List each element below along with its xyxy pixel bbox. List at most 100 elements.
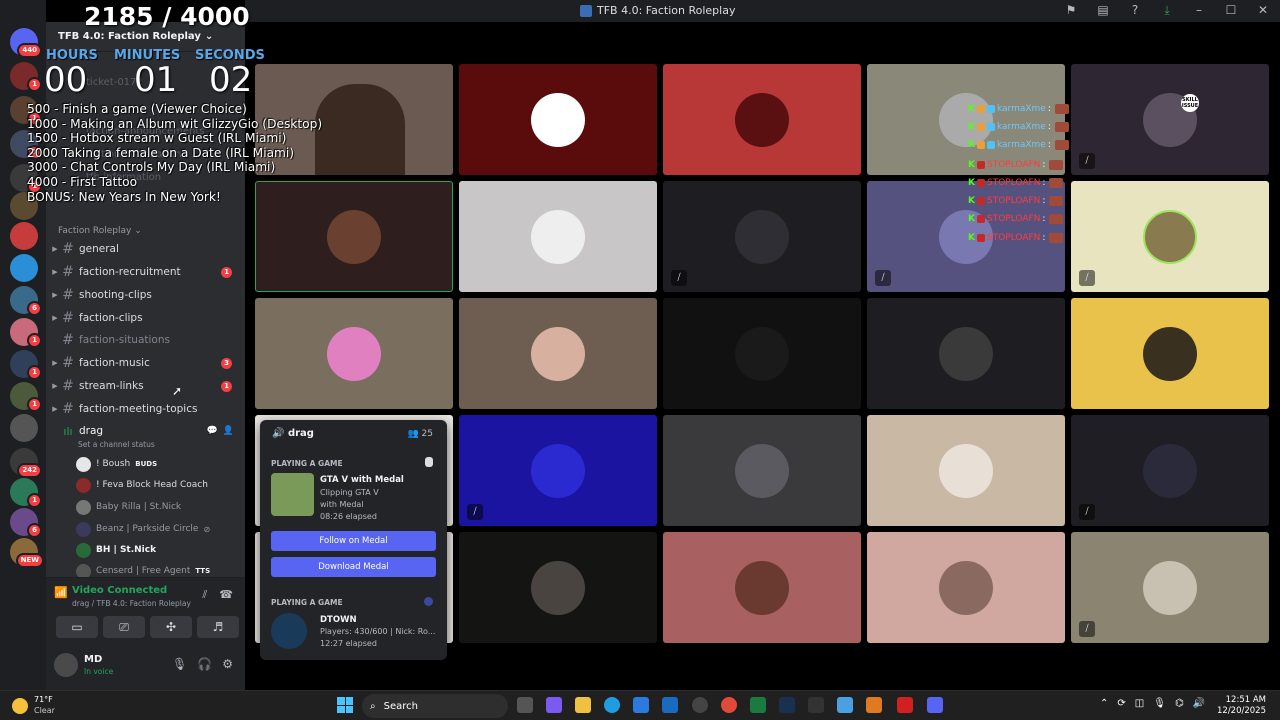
server-icon[interactable]: 242 bbox=[10, 448, 42, 478]
video-tile[interactable]: ⧸ bbox=[459, 415, 657, 526]
chat-icon[interactable]: 💬 bbox=[207, 426, 218, 436]
server-icon[interactable]: 1 bbox=[10, 96, 42, 126]
steam-icon[interactable] bbox=[779, 697, 795, 713]
voice-user[interactable]: Baby Rilla | St.Nick bbox=[76, 497, 241, 517]
follow-on-medal-button[interactable]: Follow on Medal bbox=[271, 531, 436, 551]
channel-shooting-clips[interactable]: ▶ # shooting-clips bbox=[50, 285, 240, 305]
screen-share-button[interactable]: ⎚ bbox=[103, 616, 145, 638]
video-tile[interactable] bbox=[255, 298, 453, 409]
channel-general[interactable]: ▶ # general bbox=[50, 239, 240, 259]
video-tile[interactable]: ⧸ bbox=[663, 181, 861, 292]
mic-icon[interactable]: 🎙 bbox=[1153, 698, 1166, 709]
video-tile[interactable] bbox=[663, 298, 861, 409]
camera-off-button[interactable]: ▭ bbox=[56, 616, 98, 638]
download-icon[interactable]: ⤓ bbox=[1160, 3, 1174, 18]
video-tile[interactable] bbox=[663, 532, 861, 643]
edge-icon[interactable] bbox=[604, 697, 620, 713]
video-tile[interactable] bbox=[459, 532, 657, 643]
maximize-icon[interactable]: ☐ bbox=[1224, 3, 1238, 18]
app-icon[interactable] bbox=[808, 697, 824, 713]
voice-user[interactable]: ! Feva Block Head Coach bbox=[76, 475, 241, 495]
chevron-up-icon[interactable]: ⌃ bbox=[1100, 698, 1108, 709]
voice-status[interactable]: Video Connected bbox=[72, 585, 167, 596]
server-icon[interactable]: 1 bbox=[10, 62, 42, 92]
voice-user[interactable]: Beanz | Parkside Circle ⊘ bbox=[76, 519, 241, 539]
channel-faction-situations[interactable]: # faction-situations bbox=[50, 330, 240, 350]
gear-icon[interactable]: ⚙ bbox=[222, 657, 233, 671]
video-tile[interactable] bbox=[459, 181, 657, 292]
clock-time[interactable]: 12:51 AM bbox=[1226, 695, 1266, 705]
hidden-channel[interactable]: faction-announcements bbox=[86, 126, 205, 137]
user-name[interactable]: MD bbox=[84, 654, 102, 665]
inbox-icon[interactable]: ▤ bbox=[1096, 3, 1110, 18]
video-tile[interactable] bbox=[867, 298, 1065, 409]
server-icon[interactable] bbox=[10, 222, 38, 250]
flag-icon[interactable]: ⚑ bbox=[1064, 3, 1078, 18]
category-faction-roleplay[interactable]: Faction Roleplay ⌄ bbox=[58, 226, 142, 236]
video-tile[interactable] bbox=[867, 532, 1065, 643]
channel-status[interactable]: Set a channel status bbox=[78, 440, 155, 449]
voice-location[interactable]: drag / TFB 4.0: Faction Roleplay bbox=[72, 599, 191, 608]
channel-faction-music[interactable]: ▶ # faction-music 3 bbox=[50, 353, 240, 373]
hidden-channel[interactable]: faction-information bbox=[86, 149, 182, 160]
moon-icon[interactable] bbox=[12, 698, 28, 714]
store-icon[interactable] bbox=[633, 697, 649, 713]
video-tile[interactable] bbox=[255, 64, 453, 175]
server-icon[interactable]: 1 bbox=[10, 130, 42, 160]
video-tile[interactable] bbox=[867, 415, 1065, 526]
sync-icon[interactable]: ⟳ bbox=[1117, 698, 1125, 709]
app-tray-icon[interactable]: ◫ bbox=[1135, 698, 1144, 709]
hidden-channel[interactable]: tfb-information bbox=[86, 172, 161, 183]
video-tile[interactable]: ⧸ bbox=[1071, 532, 1269, 643]
server-icon[interactable]: 6 bbox=[10, 286, 42, 316]
server-icon[interactable]: 1 bbox=[10, 382, 42, 412]
notepad-icon[interactable] bbox=[837, 697, 853, 713]
video-tile[interactable] bbox=[255, 181, 453, 292]
app-icon[interactable] bbox=[866, 697, 882, 713]
video-tile[interactable]: ⧸ bbox=[1071, 415, 1269, 526]
volume-icon[interactable]: 🔊 bbox=[1193, 698, 1205, 709]
signal-icon[interactable]: 📶 bbox=[54, 586, 68, 600]
clock-date[interactable]: 12/20/2025 bbox=[1217, 706, 1266, 716]
disconnect-icon[interactable]: ☎ bbox=[219, 588, 233, 602]
server-header[interactable]: TFB 4.0: Faction Roleplay ⌄ bbox=[46, 22, 245, 52]
voice-user[interactable]: BH | St.Nick bbox=[76, 540, 241, 560]
headphones-icon[interactable]: 🎧 bbox=[197, 657, 212, 671]
voice-user[interactable]: ! Boush BUDS bbox=[76, 454, 241, 474]
video-tile[interactable] bbox=[663, 415, 861, 526]
voice-channel-drag[interactable]: ılı drag 💬 👤 bbox=[50, 421, 240, 441]
video-tile[interactable] bbox=[459, 64, 657, 175]
weather-desc[interactable]: Clear bbox=[34, 706, 55, 715]
app-icon[interactable] bbox=[692, 697, 708, 713]
acrobat-icon[interactable] bbox=[897, 697, 913, 713]
download-medal-button[interactable]: Download Medal bbox=[271, 557, 436, 577]
task-view-icon[interactable] bbox=[517, 697, 533, 713]
hidden-channel[interactable]: ticket-0172 bbox=[86, 77, 143, 88]
outlook-icon[interactable] bbox=[662, 697, 678, 713]
server-icon[interactable]: NEW bbox=[10, 538, 44, 568]
discord-home-icon[interactable]: 440 bbox=[10, 28, 42, 58]
windows-start-icon[interactable] bbox=[337, 697, 353, 713]
channel-faction-clips[interactable]: ▶ # faction-clips bbox=[50, 308, 240, 328]
close-icon[interactable]: ✕ bbox=[1256, 3, 1270, 18]
server-icon[interactable]: 1 bbox=[10, 164, 42, 194]
copilot-icon[interactable] bbox=[546, 697, 562, 713]
soundboard-button[interactable]: ♬ bbox=[197, 616, 239, 638]
server-icon[interactable]: 1 bbox=[10, 318, 42, 348]
server-icon[interactable] bbox=[10, 192, 38, 220]
weather-temp[interactable]: 71°F bbox=[34, 695, 53, 704]
channel-faction-recruitment[interactable]: ▶ # faction-recruitment 1 bbox=[50, 262, 240, 282]
video-tile[interactable] bbox=[459, 298, 657, 409]
avatar[interactable] bbox=[54, 653, 78, 677]
add-user-icon[interactable]: 👤 bbox=[223, 426, 234, 436]
server-icon[interactable] bbox=[10, 414, 38, 442]
channel-stream-links[interactable]: ▶ # stream-links 1 bbox=[50, 376, 240, 396]
video-tile[interactable] bbox=[663, 64, 861, 175]
server-icon[interactable]: 1 bbox=[10, 478, 42, 508]
file-explorer-icon[interactable] bbox=[575, 697, 591, 713]
server-icon[interactable] bbox=[10, 254, 38, 282]
video-tile[interactable]: SKILL ISSUE ⧸ bbox=[1071, 64, 1269, 175]
network-icon[interactable]: ⌬ bbox=[1175, 698, 1184, 709]
taskbar-search[interactable]: ⌕ Search bbox=[362, 694, 508, 718]
video-tile[interactable]: ⧸ bbox=[1071, 181, 1269, 292]
